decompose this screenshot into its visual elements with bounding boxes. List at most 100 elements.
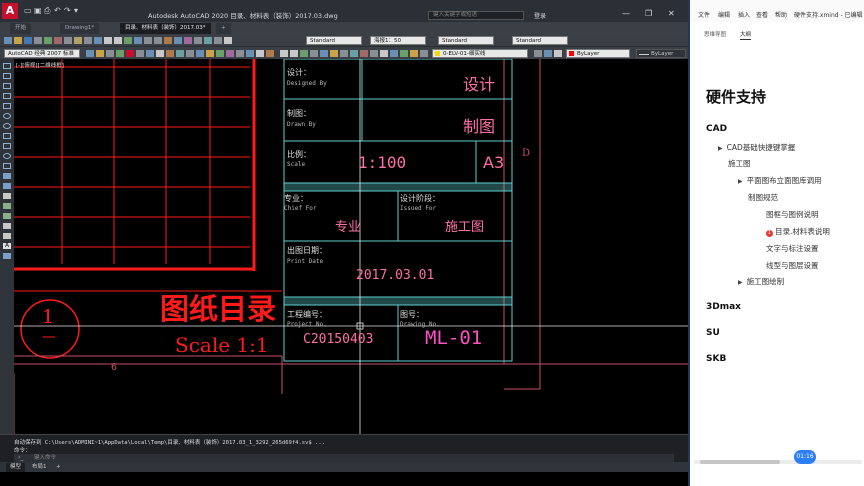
construction-line-icon[interactable] bbox=[3, 73, 11, 79]
ellipse-icon[interactable] bbox=[3, 153, 11, 159]
showmotion-icon[interactable] bbox=[410, 50, 418, 57]
layer-props-icon[interactable] bbox=[256, 50, 264, 57]
autocad-logo-icon[interactable]: A bbox=[2, 3, 18, 19]
tab-start[interactable]: 开始 bbox=[10, 23, 32, 34]
layer-tools-icon[interactable] bbox=[554, 50, 562, 57]
mleader-style-select[interactable]: Standard bbox=[512, 36, 568, 45]
cut-icon[interactable] bbox=[54, 37, 62, 44]
layer-select[interactable]: 0-ELV-01-细实线 bbox=[432, 49, 528, 58]
menu-insert[interactable]: 插入 bbox=[738, 10, 750, 19]
spline-icon[interactable] bbox=[3, 143, 11, 149]
outline-standards[interactable]: 制图规范 bbox=[748, 192, 778, 203]
open-file-icon[interactable] bbox=[14, 37, 22, 44]
text-style-select[interactable]: Standard bbox=[306, 36, 362, 45]
table-icon[interactable] bbox=[3, 233, 11, 239]
fly-icon[interactable] bbox=[380, 50, 388, 57]
outline-line-layer[interactable]: 线型与图层设置 bbox=[766, 260, 819, 271]
open-icon[interactable]: ▣ bbox=[34, 6, 42, 15]
markup-icon[interactable] bbox=[204, 37, 212, 44]
outline-cad[interactable]: CAD bbox=[706, 124, 727, 134]
block-icon[interactable] bbox=[94, 37, 102, 44]
layer-freeze-icon[interactable] bbox=[136, 50, 144, 57]
layer-previous-icon[interactable] bbox=[106, 50, 114, 57]
layer-merge-icon[interactable] bbox=[176, 50, 184, 57]
outline-su[interactable]: SU bbox=[706, 328, 720, 338]
rectangle-icon[interactable] bbox=[3, 103, 11, 109]
tab-mindmap[interactable]: 思维导图 bbox=[704, 30, 726, 38]
pan-icon[interactable] bbox=[124, 37, 132, 44]
layer-on-icon[interactable] bbox=[216, 50, 224, 57]
print-icon[interactable]: ⎙ bbox=[44, 6, 50, 16]
outline-text-dim[interactable]: 文字与标注设置 bbox=[766, 243, 819, 254]
menu-help[interactable]: 帮助 bbox=[775, 10, 787, 19]
save-icon[interactable] bbox=[24, 37, 32, 44]
properties-icon[interactable] bbox=[164, 37, 172, 44]
visual-style-icon[interactable] bbox=[330, 50, 338, 57]
login-button[interactable]: 登录 bbox=[534, 11, 546, 20]
menu-file[interactable]: 文件 bbox=[698, 10, 710, 19]
sheet-set-icon[interactable] bbox=[194, 37, 202, 44]
undo-icon[interactable]: ↶ bbox=[54, 6, 61, 15]
menu-edit[interactable]: 编辑 bbox=[718, 10, 730, 19]
expand-triangle-icon[interactable]: ▶ bbox=[738, 178, 743, 185]
layer-isolate-icon[interactable] bbox=[116, 50, 124, 57]
layer-state-icon[interactable] bbox=[96, 50, 104, 57]
tool-palette-icon[interactable] bbox=[184, 37, 192, 44]
line-tool-icon[interactable] bbox=[3, 63, 11, 69]
layer-icon[interactable] bbox=[420, 50, 428, 57]
layer-walk-icon[interactable] bbox=[166, 50, 174, 57]
tab-outline[interactable]: 大纲 bbox=[740, 30, 752, 40]
close-icon[interactable]: ✕ bbox=[668, 9, 675, 18]
tab-add-layout[interactable]: + bbox=[52, 463, 65, 472]
paste-icon[interactable] bbox=[74, 37, 82, 44]
search-input[interactable]: 键入关键字或短语 bbox=[428, 11, 524, 20]
tab-layout1[interactable]: 布局1 bbox=[28, 463, 51, 472]
outline-plan-elev[interactable]: ▶ 平面图布立面图库调用 bbox=[738, 175, 822, 186]
outline-root-title[interactable]: 硬件支持 bbox=[706, 86, 766, 107]
plot-preview-icon[interactable] bbox=[44, 37, 52, 44]
outline-3dmax[interactable]: 3Dmax bbox=[706, 302, 741, 312]
layer-off-icon[interactable] bbox=[126, 50, 134, 57]
insert-block-icon[interactable] bbox=[3, 173, 11, 179]
print-icon[interactable] bbox=[34, 37, 42, 44]
outline-frame-legend[interactable]: 图框与图例说明 bbox=[766, 209, 819, 220]
add-selected-icon[interactable] bbox=[3, 253, 11, 259]
revcloud-icon[interactable] bbox=[3, 133, 11, 139]
ucs-icon[interactable] bbox=[310, 50, 318, 57]
outline-construction-draw[interactable]: ▶ 施工图绘制 bbox=[738, 276, 784, 287]
layer-thaw-icon[interactable] bbox=[226, 50, 234, 57]
calculator-icon[interactable] bbox=[214, 37, 222, 44]
circle-icon[interactable] bbox=[3, 123, 11, 129]
layer-manager-icon[interactable] bbox=[86, 50, 94, 57]
walk-icon[interactable] bbox=[370, 50, 378, 57]
layer-unlock-icon[interactable] bbox=[236, 50, 244, 57]
design-center-icon[interactable] bbox=[174, 37, 182, 44]
tab-catalog-drawing[interactable]: 目录、材料表（装饰）2017.03* bbox=[120, 23, 211, 34]
layer-prev-icon[interactable] bbox=[544, 50, 552, 57]
zoom-previous-icon[interactable] bbox=[154, 37, 162, 44]
command-input[interactable]: ›_ 键入命令 bbox=[14, 454, 674, 462]
layer-translate-icon[interactable] bbox=[196, 50, 204, 57]
outline-cad-basic[interactable]: ▶ CAD基础快捷键掌握 bbox=[718, 142, 795, 153]
tab-new[interactable]: + bbox=[216, 23, 231, 34]
layer-match-icon[interactable] bbox=[156, 50, 164, 57]
tab-drawing1[interactable]: Drawing1* bbox=[60, 23, 100, 34]
expand-triangle-icon[interactable]: ▶ bbox=[738, 279, 743, 286]
viewport-label[interactable]: [-][俯视][二维线框] bbox=[16, 61, 64, 69]
customize-dropdown-icon[interactable]: ▾ bbox=[74, 6, 78, 15]
layer-unisolate-icon[interactable] bbox=[206, 50, 214, 57]
menu-view[interactable]: 查看 bbox=[756, 10, 768, 19]
polygon-icon[interactable] bbox=[3, 93, 11, 99]
drawing-canvas[interactable]: [-][俯视][二维线框] 设计： Designed By 设计 制图： Dra… bbox=[14, 59, 688, 434]
view-icon[interactable] bbox=[320, 50, 328, 57]
layer-lock-icon[interactable] bbox=[146, 50, 154, 57]
new-icon[interactable]: ▭ bbox=[24, 6, 32, 15]
layer-delete-icon[interactable] bbox=[186, 50, 194, 57]
region-icon[interactable] bbox=[3, 223, 11, 229]
arrow-right-icon[interactable] bbox=[290, 50, 298, 57]
zoom-window-icon[interactable] bbox=[144, 37, 152, 44]
zoom-icon[interactable] bbox=[134, 37, 142, 44]
copy-icon[interactable] bbox=[64, 37, 72, 44]
camera-icon[interactable] bbox=[360, 50, 368, 57]
layer-filter-icon[interactable] bbox=[266, 50, 274, 57]
